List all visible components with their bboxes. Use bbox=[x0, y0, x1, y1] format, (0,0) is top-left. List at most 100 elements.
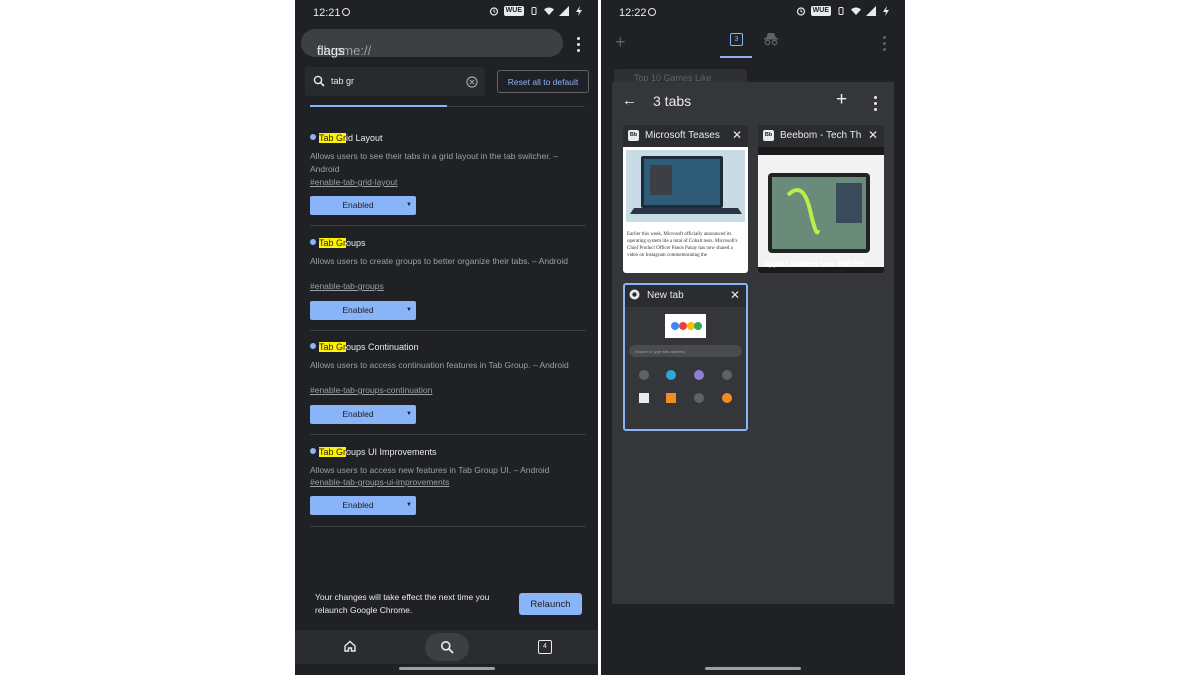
flag-description: Allows users to see their tabs in a grid… bbox=[310, 151, 559, 174]
carrier-tag: WUE bbox=[503, 6, 524, 16]
status-bar: 12:21 WUE bbox=[295, 0, 598, 26]
flag-state-select[interactable]: Enabled ▼ bbox=[310, 496, 416, 515]
flag-entry: Tab Groups Allows users to create groups… bbox=[310, 238, 586, 331]
flag-entry: Tab Grid Layout Allows users to see thei… bbox=[310, 133, 586, 226]
tab-thumbnail: Earlier this week, Microsoft officially … bbox=[623, 147, 748, 273]
laptop-image bbox=[626, 150, 745, 222]
flag-state-value: Enabled bbox=[342, 200, 374, 210]
tab-card[interactable]: Bb Beebom - Tech Th ✕ Apple Launches New… bbox=[758, 125, 884, 273]
clear-search-icon[interactable] bbox=[466, 76, 478, 88]
flag-title-rest: oups Continuation bbox=[346, 342, 419, 352]
more-options-icon[interactable] bbox=[577, 37, 581, 53]
flag-title-match: Tab Gr bbox=[319, 342, 347, 352]
notification-icon bbox=[648, 8, 656, 16]
flag-title-rest: oups UI Improvements bbox=[346, 447, 437, 457]
signal-icon bbox=[559, 6, 569, 16]
normal-tabs-icon[interactable]: 3 bbox=[730, 33, 743, 46]
tab-card[interactable]: Bb Microsoft Teases ✕ Earlier this week,… bbox=[623, 125, 748, 273]
flag-dot bbox=[310, 134, 316, 140]
site-favicon-icon: Bb bbox=[628, 130, 639, 141]
dropdown-arrow-icon: ▼ bbox=[406, 502, 412, 508]
add-tab-icon[interactable]: + bbox=[836, 89, 847, 111]
notification-icon bbox=[342, 8, 350, 16]
active-tab-indicator bbox=[720, 56, 752, 58]
flag-title: Tab Groups Continuation bbox=[310, 342, 419, 352]
flag-divider bbox=[310, 225, 586, 226]
flag-state-select[interactable]: Enabled ▼ bbox=[310, 196, 416, 215]
new-tab-icon[interactable]: + bbox=[615, 32, 626, 53]
article-caption: Apple Launches New iPad Pro bbox=[764, 261, 865, 268]
article-text: Earlier this week, Microsoft officially … bbox=[627, 232, 738, 258]
tab-card-header: Bb Beebom - Tech Th ✕ bbox=[758, 125, 884, 147]
tab-card-selected[interactable]: New tab ✕ Search or type web address bbox=[623, 283, 748, 431]
reset-all-button[interactable]: Reset all to default bbox=[497, 70, 589, 93]
flag-title-rest: id Layout bbox=[346, 133, 383, 143]
flag-link[interactable]: #enable-tab-groups-continuation bbox=[310, 385, 432, 395]
chrome-icon bbox=[629, 289, 640, 300]
flag-description: Allows users to access continuation feat… bbox=[310, 360, 569, 370]
search-button[interactable] bbox=[425, 633, 469, 661]
tab-thumbnail: Search or type web address bbox=[625, 307, 746, 429]
flag-divider bbox=[310, 434, 586, 435]
flag-title: Tab Grid Layout bbox=[310, 133, 383, 143]
left-phone-screen: 12:21 WUE chrome://flags tab gr Reset al… bbox=[295, 0, 598, 675]
tab-group-dialog: ← 3 tabs + Bb Microsoft Teases ✕ Earlier… bbox=[612, 82, 894, 604]
wifi-icon bbox=[544, 7, 554, 15]
flag-link[interactable]: #enable-tab-grid-layout bbox=[310, 177, 397, 187]
new-tab-page-preview bbox=[629, 314, 742, 403]
status-time: 12:22 bbox=[619, 7, 647, 19]
more-options-icon[interactable] bbox=[883, 36, 887, 52]
status-bar: 12:22 WUE bbox=[601, 0, 905, 26]
close-tab-icon[interactable]: ✕ bbox=[730, 288, 740, 302]
vibrate-icon bbox=[531, 7, 537, 15]
wifi-icon bbox=[851, 7, 861, 15]
flag-state-value: Enabled bbox=[342, 500, 374, 510]
flag-dot bbox=[310, 448, 316, 454]
flag-divider bbox=[310, 526, 586, 527]
back-arrow-icon[interactable]: ← bbox=[622, 92, 637, 109]
search-query: tab gr bbox=[331, 76, 355, 86]
dropdown-arrow-icon: ▼ bbox=[406, 307, 412, 313]
gesture-bar bbox=[398, 667, 495, 670]
gesture-bar bbox=[705, 667, 801, 670]
close-tab-icon[interactable]: ✕ bbox=[732, 128, 742, 142]
flag-link[interactable]: #enable-tab-groups bbox=[310, 281, 384, 291]
flag-title: Tab Groups bbox=[310, 238, 366, 248]
tab-card-title: Beebom - Tech Th bbox=[780, 130, 862, 141]
right-phone-screen: 12:22 WUE + 3 Top 10 Games Like ← 3 tabs… bbox=[601, 0, 905, 675]
tab-switcher-button[interactable]: 4 bbox=[538, 640, 552, 654]
home-icon[interactable] bbox=[343, 639, 357, 653]
group-more-icon[interactable] bbox=[874, 96, 878, 112]
status-icons: WUE bbox=[489, 6, 584, 16]
flag-state-select[interactable]: Enabled ▼ bbox=[310, 405, 416, 424]
alarm-icon bbox=[796, 7, 805, 16]
flag-link[interactable]: #enable-tab-groups-ui-improvements bbox=[310, 477, 449, 487]
carrier-tag: WUE bbox=[810, 6, 831, 16]
tab-switcher-toolbar: + 3 bbox=[601, 26, 905, 62]
url-host: flags bbox=[317, 43, 345, 58]
incognito-icon[interactable] bbox=[763, 32, 779, 46]
flags-search-input[interactable]: tab gr bbox=[305, 67, 485, 96]
flag-title-rest: oups bbox=[346, 238, 366, 248]
flag-title-match: Tab Gr bbox=[319, 238, 347, 248]
flags-tab-indicator[interactable] bbox=[310, 105, 447, 107]
flag-description: Allows users to create groups to better … bbox=[310, 256, 568, 266]
relaunch-button[interactable]: Relaunch bbox=[519, 593, 582, 615]
status-icons: WUE bbox=[796, 6, 891, 16]
new-tab-omnibox: Search or type web address bbox=[635, 349, 685, 354]
tab-thumbnail: Apple Launches New iPad Pro bbox=[758, 147, 884, 273]
flag-title-match: Tab Gr bbox=[319, 133, 347, 143]
close-tab-icon[interactable]: ✕ bbox=[868, 128, 878, 142]
tab-card-header: New tab ✕ bbox=[625, 285, 746, 307]
flag-state-select[interactable]: Enabled ▼ bbox=[310, 301, 416, 320]
flag-state-value: Enabled bbox=[342, 305, 374, 315]
signal-icon bbox=[866, 6, 876, 16]
flag-dot bbox=[310, 239, 316, 245]
flag-title-match: Tab Gr bbox=[319, 447, 347, 457]
tab-card-header: Bb Microsoft Teases ✕ bbox=[623, 125, 748, 147]
flag-title: Tab Groups UI Improvements bbox=[310, 447, 437, 457]
site-favicon-icon: Bb bbox=[763, 130, 774, 141]
status-time: 12:21 bbox=[313, 7, 341, 19]
group-title[interactable]: 3 tabs bbox=[653, 93, 691, 109]
address-bar[interactable]: chrome://flags bbox=[301, 29, 563, 58]
